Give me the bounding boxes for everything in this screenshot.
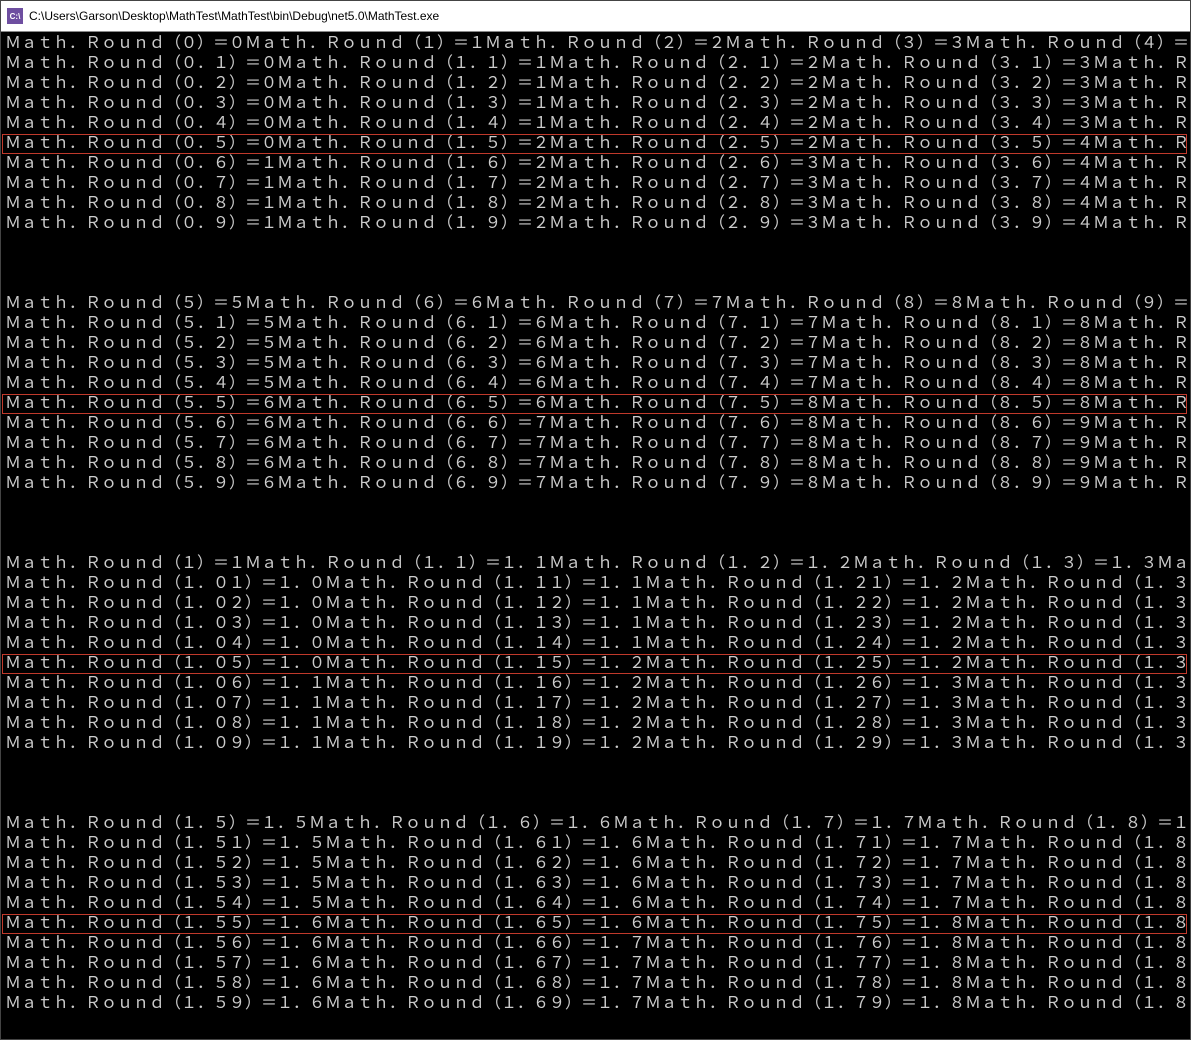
console-area[interactable]: Ｍａｔｈ．Ｒｏｕｎｄ（０）＝０Ｍａｔｈ．Ｒｏｕｎｄ（１）＝１Ｍａｔｈ．Ｒｏｕｎｄ… (1, 32, 1190, 1039)
console-window: C:\ C:\Users\Garson\Desktop\MathTest\Mat… (0, 0, 1191, 1040)
window-title: C:\Users\Garson\Desktop\MathTest\MathTes… (29, 9, 439, 23)
app-icon: C:\ (7, 8, 23, 24)
console-output: Ｍａｔｈ．Ｒｏｕｎｄ（０）＝０Ｍａｔｈ．Ｒｏｕｎｄ（１）＝１Ｍａｔｈ．Ｒｏｕｎｄ… (1, 32, 1190, 1016)
titlebar[interactable]: C:\ C:\Users\Garson\Desktop\MathTest\Mat… (1, 1, 1190, 32)
